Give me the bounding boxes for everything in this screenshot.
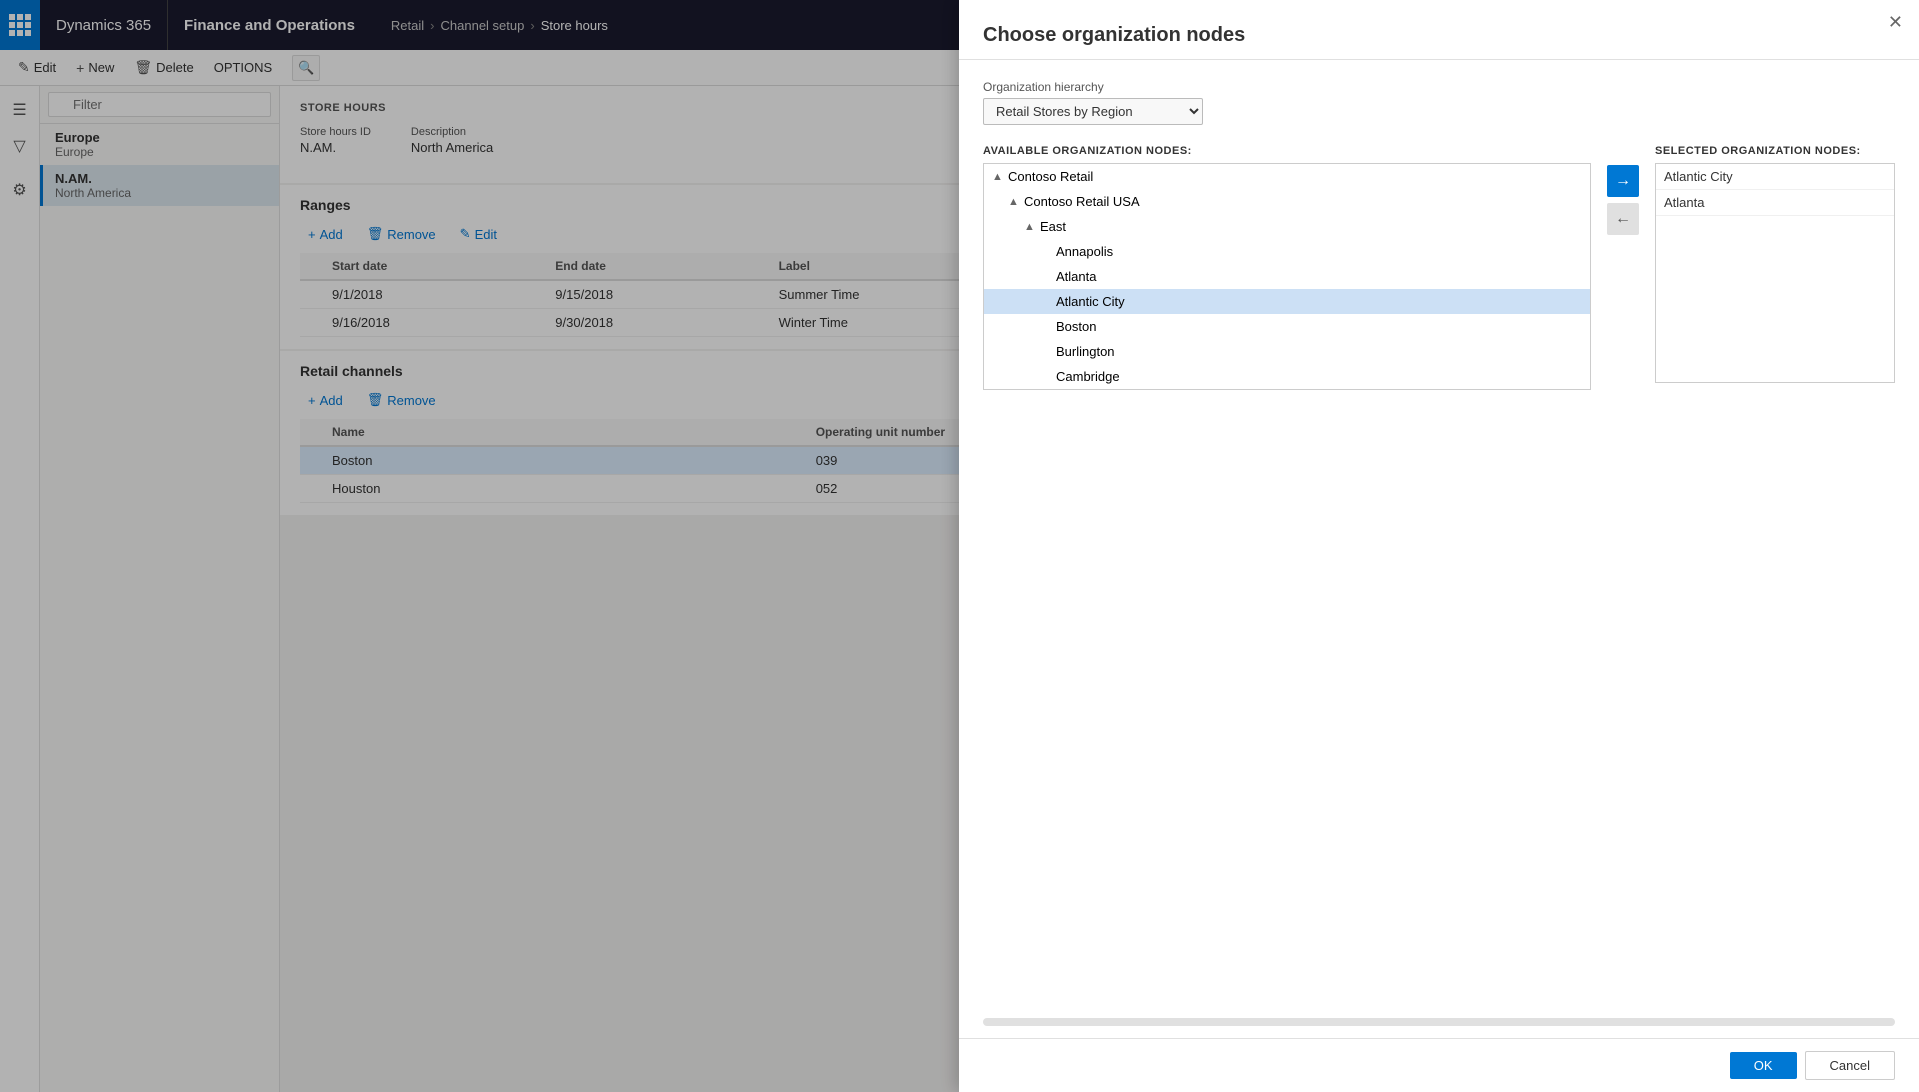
tree-node-label: Contoso Retail: [1008, 169, 1093, 184]
tree-node[interactable]: Cambridge: [984, 364, 1590, 389]
org-hierarchy-select[interactable]: Retail Stores by Region: [983, 98, 1203, 125]
ok-button[interactable]: OK: [1730, 1052, 1797, 1079]
selected-nodes-panel: SELECTED ORGANIZATION NODES: Atlantic Ci…: [1655, 145, 1895, 383]
org-hierarchy-label: Organization hierarchy: [983, 80, 1895, 94]
tree-node-label: East: [1040, 219, 1066, 234]
dialog-body: Organization hierarchy Retail Stores by …: [959, 60, 1919, 1018]
tree-node-label: Contoso Retail USA: [1024, 194, 1140, 209]
transfer-buttons: → ←: [1607, 145, 1639, 235]
available-nodes-label: AVAILABLE ORGANIZATION NODES:: [983, 145, 1591, 157]
tree-node[interactable]: Burlington: [984, 339, 1590, 364]
tree-node-label: Atlantic City: [1056, 294, 1125, 309]
nodes-layout: AVAILABLE ORGANIZATION NODES: ▲ Contoso R…: [983, 145, 1895, 390]
selected-list[interactable]: Atlantic CityAtlanta: [1655, 163, 1895, 383]
available-tree[interactable]: ▲ Contoso Retail ▲ Contoso Retail USA ▲ East A…: [983, 163, 1591, 390]
tree-node[interactable]: ▲ Contoso Retail: [984, 164, 1590, 189]
tree-node[interactable]: Annapolis: [984, 239, 1590, 264]
tree-node[interactable]: Atlanta: [984, 264, 1590, 289]
org-hierarchy-field: Organization hierarchy Retail Stores by …: [983, 80, 1895, 125]
tree-node-label: Annapolis: [1056, 244, 1113, 259]
tree-node[interactable]: ▲ East: [984, 214, 1590, 239]
dialog-close-button[interactable]: ✕: [1888, 12, 1903, 33]
transfer-forward-button[interactable]: →: [1607, 165, 1639, 197]
dialog-header: Choose organization nodes ✕: [959, 0, 1919, 60]
tree-node-label: Boston: [1056, 319, 1096, 334]
dialog-scrollbar[interactable]: [983, 1018, 1895, 1026]
dialog-panel: Choose organization nodes ✕ Organization…: [959, 0, 1919, 1092]
tree-node[interactable]: ▲ Contoso Retail USA: [984, 189, 1590, 214]
cancel-button[interactable]: Cancel: [1805, 1051, 1895, 1080]
dialog-title: Choose organization nodes: [983, 24, 1895, 47]
selected-item[interactable]: Atlanta: [1656, 190, 1894, 216]
tree-node-label: Burlington: [1056, 344, 1115, 359]
expand-icon: ▲: [1008, 196, 1020, 208]
tree-node-label: Atlanta: [1056, 269, 1096, 284]
expand-icon: ▲: [992, 171, 1004, 183]
selected-item[interactable]: Atlantic City: [1656, 164, 1894, 190]
dialog-footer: OK Cancel: [959, 1038, 1919, 1092]
selected-nodes-label: SELECTED ORGANIZATION NODES:: [1655, 145, 1895, 157]
tree-node[interactable]: Boston: [984, 314, 1590, 339]
expand-icon: ▲: [1024, 221, 1036, 233]
tree-node[interactable]: Atlantic City: [984, 289, 1590, 314]
available-nodes-panel: AVAILABLE ORGANIZATION NODES: ▲ Contoso R…: [983, 145, 1591, 390]
transfer-back-button[interactable]: ←: [1607, 203, 1639, 235]
tree-node-label: Cambridge: [1056, 369, 1120, 384]
